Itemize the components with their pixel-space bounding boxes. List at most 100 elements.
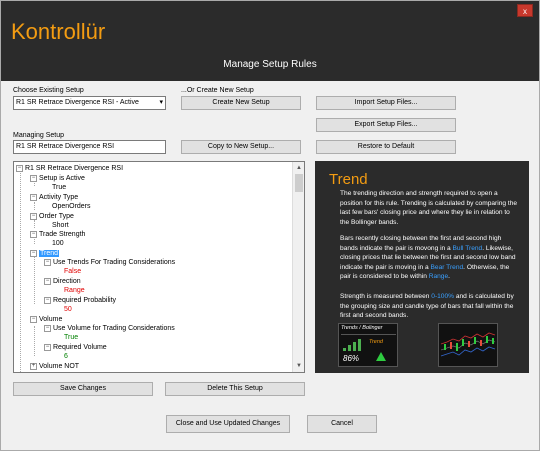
tree-value-trade-strength[interactable]: 100 bbox=[52, 239, 64, 248]
tree-value-label: 100 bbox=[52, 240, 64, 247]
tree-value-label: 6 bbox=[64, 353, 68, 360]
tree-value-use-trends[interactable]: False bbox=[64, 267, 81, 276]
tree-node-trend[interactable]: − Trend bbox=[30, 249, 60, 258]
create-new-label: ...Or Create New Setup bbox=[181, 87, 254, 94]
choose-setup-label: Choose Existing Setup bbox=[13, 87, 84, 94]
tree-node-label: Required Volume bbox=[53, 344, 107, 351]
tree-value-order-type[interactable]: Short bbox=[52, 221, 69, 230]
tree-node-label: Use Trends For Trading Considerations bbox=[53, 259, 176, 266]
managing-setup-label: Managing Setup bbox=[13, 132, 64, 139]
tree-node-setup-active[interactable]: − Setup is Active bbox=[30, 174, 85, 183]
tree-node-label: Setup is Active bbox=[39, 175, 85, 182]
tree-content: − R1 SR Retrace Divergence RSI − Setup is … bbox=[14, 162, 292, 372]
main-window: Kontrollür Manage Setup Rules x Choose E… bbox=[0, 0, 540, 451]
tree-scrollbar[interactable]: ▲ ▼ bbox=[292, 162, 304, 372]
tree-node-label: Use Volume for Trading Considerations bbox=[53, 325, 175, 332]
tree-connector bbox=[34, 326, 35, 356]
tree-node-use-volume[interactable]: − Use Volume for Trading Considerations bbox=[44, 324, 175, 333]
collapse-icon[interactable]: − bbox=[30, 174, 37, 182]
scroll-up-arrow-icon[interactable]: ▲ bbox=[293, 162, 304, 174]
info-paragraph-2: Bars recently closing between the first … bbox=[340, 234, 520, 282]
chevron-down-icon: ▾ bbox=[159, 99, 163, 106]
tree-connector bbox=[20, 170, 21, 372]
import-setup-files-button[interactable]: Import Setup Files... bbox=[316, 96, 456, 110]
tree-value-label: Short bbox=[52, 222, 69, 229]
tree-value-activity-type[interactable]: OpenOrders bbox=[52, 202, 91, 211]
tree-value-label: True bbox=[52, 184, 67, 191]
tree-node-required-volume[interactable]: − Required Volume bbox=[44, 343, 107, 352]
tree-value-setup-active[interactable]: True bbox=[52, 183, 66, 192]
collapse-icon[interactable]: − bbox=[30, 315, 37, 323]
tree-node-label: R1 SR Retrace Divergence RSI bbox=[25, 165, 124, 172]
trend-indicator-thumbnail: Trends / Bolinger Trend 86% bbox=[338, 323, 398, 367]
copy-to-new-setup-button[interactable]: Copy to New Setup... bbox=[181, 140, 301, 154]
tree-node-label: Volume bbox=[39, 316, 63, 323]
tree-node-label: Direction bbox=[53, 278, 81, 285]
tree-node-order-type[interactable]: − Order Type bbox=[30, 212, 74, 221]
collapse-icon[interactable]: − bbox=[30, 230, 37, 238]
tree-value-label: False bbox=[64, 268, 82, 275]
tree-value-required-probability[interactable]: 50 bbox=[64, 305, 72, 314]
info-paragraph-3: Strength is measured between 0-100% and … bbox=[340, 292, 520, 321]
close-button[interactable]: x bbox=[517, 4, 533, 17]
tree-node-label: Required Probability bbox=[53, 297, 117, 304]
app-title: Kontrollür bbox=[11, 19, 106, 44]
tree-value-label: Range bbox=[64, 287, 85, 294]
delete-setup-button[interactable]: Delete This Setup bbox=[165, 382, 305, 396]
tree-value-label: 50 bbox=[64, 306, 72, 313]
setup-rules-tree[interactable]: − R1 SR Retrace Divergence RSI − Setup is … bbox=[13, 161, 305, 373]
tree-node-volume-not[interactable]: + Volume NOT bbox=[30, 362, 79, 371]
tree-node-label: Order Type bbox=[39, 213, 74, 220]
thumbnail-divider bbox=[341, 334, 396, 335]
info-paragraph-1: The trending direction and strength requ… bbox=[340, 190, 518, 226]
collapse-icon[interactable]: − bbox=[30, 249, 37, 257]
tree-node-required-probability[interactable]: − Required Probability bbox=[44, 296, 116, 305]
scrollbar-thumb[interactable] bbox=[295, 174, 303, 192]
page-subtitle: Manage Setup Rules bbox=[223, 59, 317, 70]
cancel-button[interactable]: Cancel bbox=[307, 415, 377, 433]
tree-node-label: Trend bbox=[39, 250, 60, 257]
collapse-icon[interactable]: − bbox=[44, 277, 51, 285]
scroll-down-arrow-icon[interactable]: ▼ bbox=[293, 360, 304, 372]
tree-connector bbox=[34, 202, 35, 210]
tree-connector bbox=[34, 256, 35, 304]
collapse-icon[interactable]: − bbox=[44, 324, 51, 332]
up-arrow-icon bbox=[376, 352, 386, 361]
tree-node-label: Volume NOT bbox=[39, 363, 80, 370]
expand-icon[interactable]: + bbox=[30, 362, 37, 370]
collapse-icon[interactable]: − bbox=[44, 296, 51, 304]
header-banner: Kontrollür Manage Setup Rules x bbox=[1, 1, 539, 81]
info-text-segment: . bbox=[448, 273, 450, 280]
restore-default-button[interactable]: Restore to Default bbox=[316, 140, 456, 154]
close-and-use-button[interactable]: Close and Use Updated Changes bbox=[166, 415, 290, 433]
save-changes-button[interactable]: Save Changes bbox=[13, 382, 153, 396]
setup-select[interactable]: R1 SR Retrace Divergence RSI - Active ▾ bbox=[13, 96, 166, 110]
tree-node-trade-strength[interactable]: − Trade Strength bbox=[30, 230, 85, 239]
candlestick-chart-icon bbox=[440, 332, 496, 357]
collapse-icon[interactable]: − bbox=[44, 258, 51, 266]
tree-node-activity-type[interactable]: − Activity Type bbox=[30, 193, 78, 202]
managing-setup-field[interactable]: R1 SR Retrace Divergence RSI bbox=[13, 140, 166, 154]
tree-value-direction[interactable]: Range bbox=[64, 286, 85, 295]
highlight-range: Range bbox=[428, 273, 449, 280]
highlight-bear-trend: Bear Trend bbox=[430, 263, 464, 271]
tree-node-volume[interactable]: − Volume bbox=[30, 315, 62, 324]
tree-root[interactable]: − R1 SR Retrace Divergence RSI bbox=[16, 164, 123, 173]
highlight-percent-range: 0-100% bbox=[431, 293, 455, 300]
info-title: Trend bbox=[329, 171, 368, 188]
tree-node-label: Trade Strength bbox=[39, 231, 86, 238]
export-setup-files-button[interactable]: Export Setup Files... bbox=[316, 118, 456, 132]
tree-node-use-trends[interactable]: − Use Trends For Trading Considerations bbox=[44, 258, 175, 267]
collapse-icon[interactable]: − bbox=[16, 164, 23, 172]
collapse-icon[interactable]: − bbox=[30, 212, 37, 220]
tree-node-direction[interactable]: − Direction bbox=[44, 277, 81, 286]
tree-value-required-volume[interactable]: 6 bbox=[64, 352, 68, 361]
tree-value-use-volume[interactable]: True bbox=[64, 333, 78, 342]
tree-node-label: Activity Type bbox=[39, 194, 79, 201]
bollinger-chart-thumbnail bbox=[438, 323, 498, 367]
collapse-icon[interactable]: − bbox=[44, 343, 51, 351]
tree-connector bbox=[34, 220, 35, 228]
thumbnail-trend-label: Trend bbox=[369, 339, 383, 345]
collapse-icon[interactable]: − bbox=[30, 193, 37, 201]
create-new-setup-button[interactable]: Create New Setup bbox=[181, 96, 301, 110]
